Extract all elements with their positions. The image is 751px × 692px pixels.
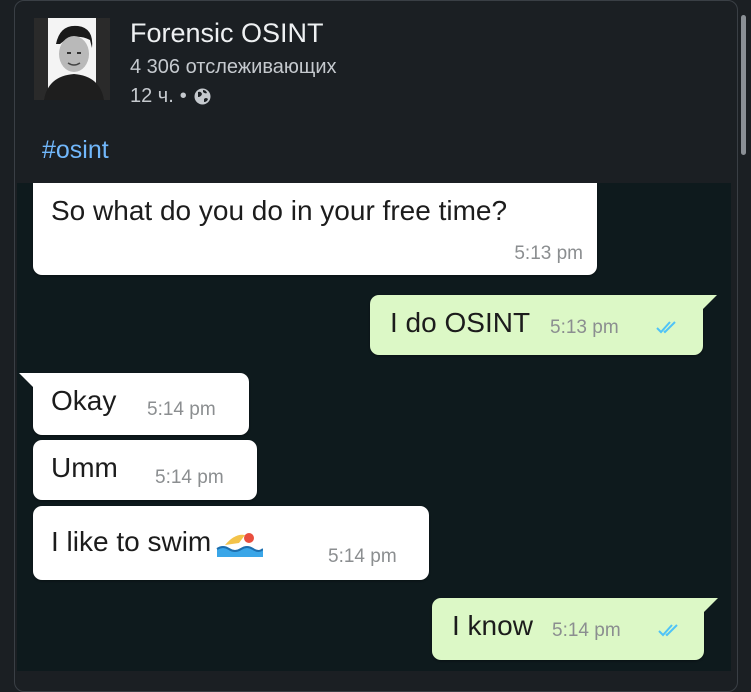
follower-count: 4 306 отслеживающих <box>130 56 337 78</box>
message-bubble-outgoing: I do OSINT 5:13 pm <box>370 295 717 355</box>
message-bubble-incoming: So what do you do in your free time? 5:1… <box>33 183 597 275</box>
message-bubble-incoming: Okay 5:14 pm <box>19 373 249 435</box>
chat-screenshot: So what do you do in your free time? 5:1… <box>17 183 731 671</box>
message-time: 5:14 pm <box>155 467 224 488</box>
message-text: So what do you do in your free time? <box>51 195 508 226</box>
meta-separator: • <box>179 85 187 107</box>
message-text: Umm <box>51 452 118 483</box>
message-time: 5:14 pm <box>552 620 621 641</box>
message-time: 5:14 pm <box>147 399 216 420</box>
double-check-icon <box>656 321 676 334</box>
message-time: 5:14 pm <box>328 546 397 567</box>
message-text: I know <box>452 610 533 641</box>
message-time: 5:13 pm <box>550 317 619 338</box>
double-check-icon <box>658 624 678 637</box>
hashtag-link[interactable]: #osint <box>42 136 109 165</box>
message-bubble-incoming: I like to swim 5:14 pm <box>33 506 429 580</box>
message-time: 5:13 pm <box>514 243 583 264</box>
message-text: I like to swim <box>51 526 264 564</box>
swimmer-emoji <box>215 527 264 564</box>
scrollbar[interactable] <box>741 15 746 155</box>
message-bubble-incoming: Umm 5:14 pm <box>33 440 257 500</box>
author-avatar[interactable] <box>34 18 110 100</box>
post-meta: 12 ч. • <box>130 85 212 108</box>
author-name[interactable]: Forensic OSINT <box>130 18 324 49</box>
globe-icon <box>193 87 212 106</box>
message-bubble-outgoing: I know 5:14 pm <box>432 598 718 660</box>
bubble-tail <box>703 295 717 309</box>
message-text: Okay <box>51 385 117 416</box>
bubble-tail <box>704 598 718 612</box>
post-time: 12 ч. <box>130 85 174 107</box>
message-text: I do OSINT <box>390 307 531 338</box>
message-text-content: I like to swim <box>51 526 212 557</box>
bubble-tail <box>19 373 33 387</box>
